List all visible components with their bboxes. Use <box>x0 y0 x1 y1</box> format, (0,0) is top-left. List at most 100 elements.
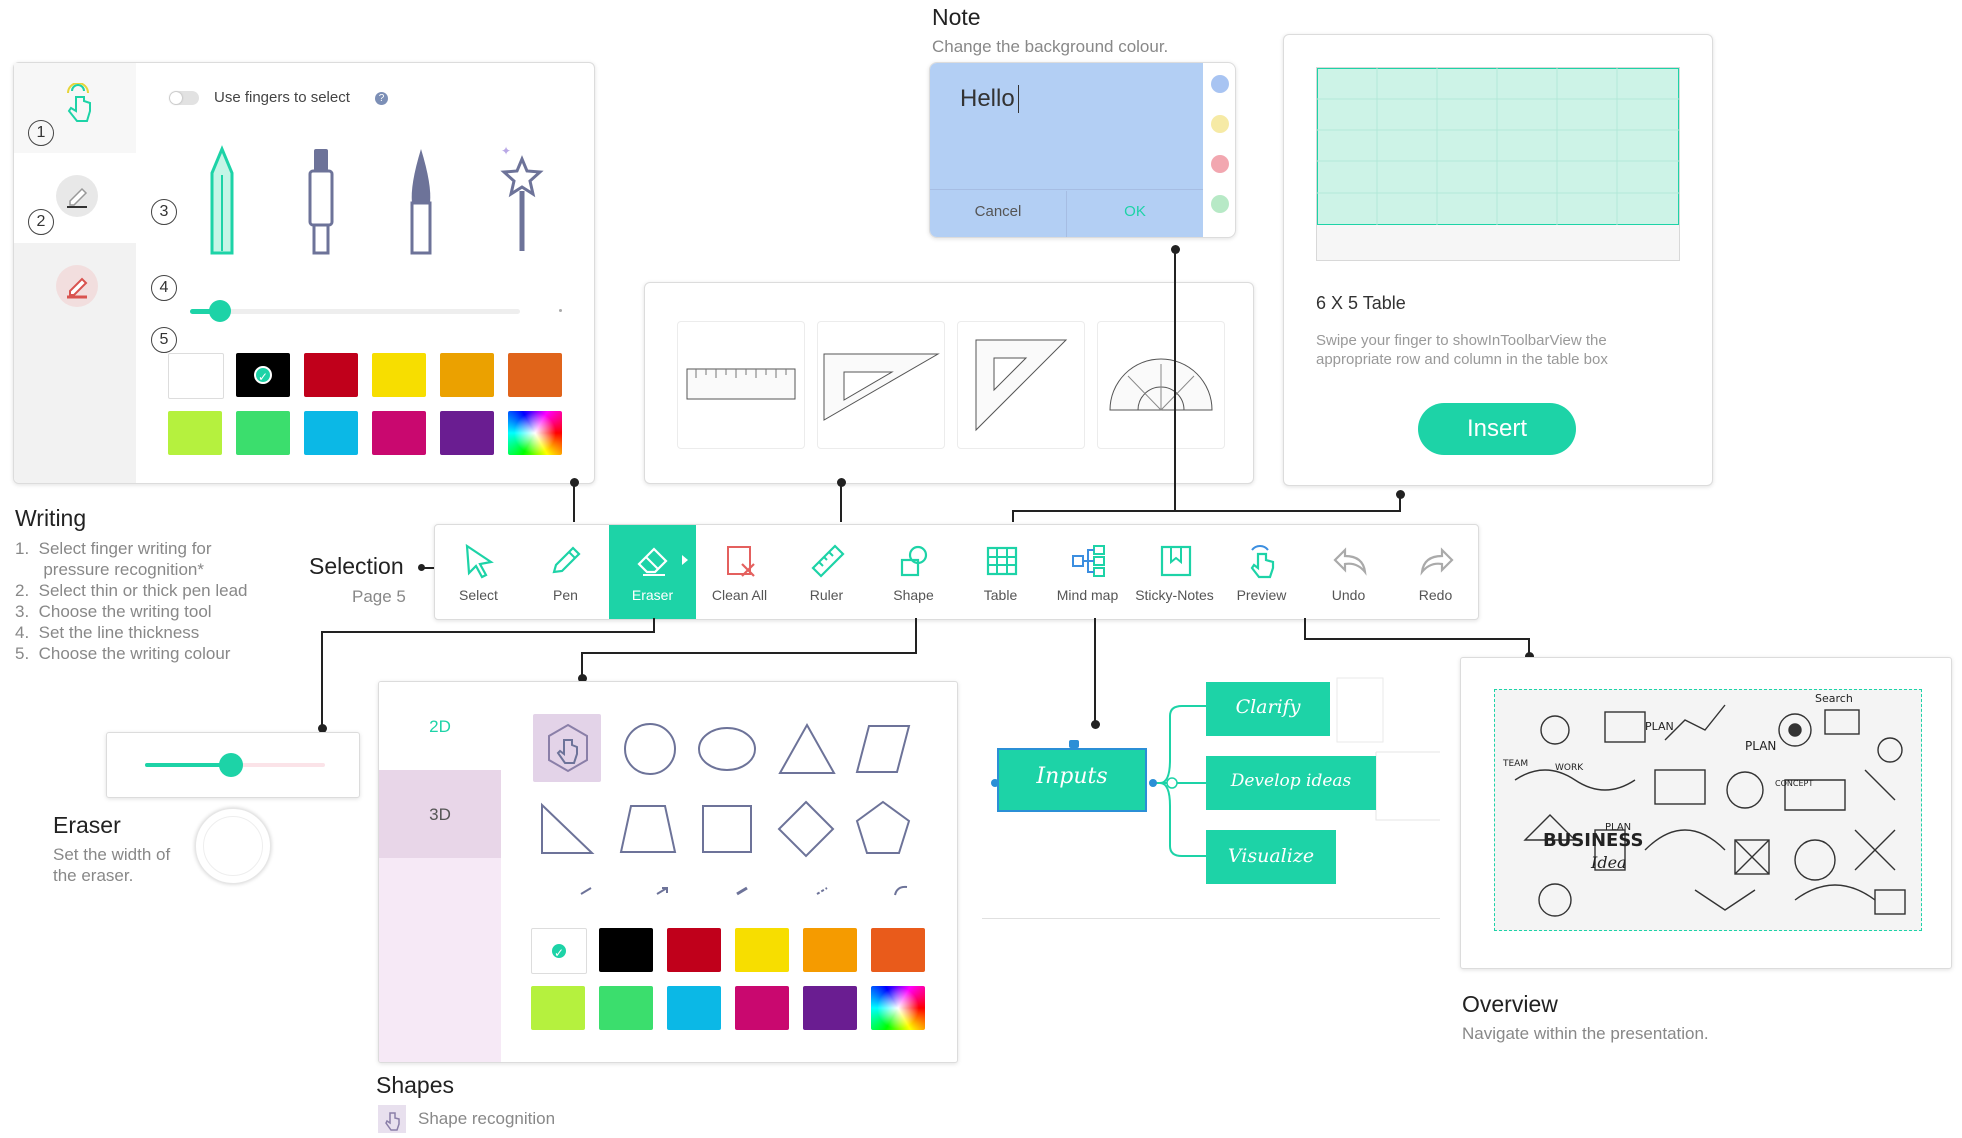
writing-color-swatch[interactable] <box>440 353 494 397</box>
toolbar-item-label: Table <box>983 587 1018 603</box>
toolbar-redo-button[interactable]: Redo <box>1392 525 1479 619</box>
toolbar-item-label: Pen <box>553 587 578 603</box>
toolbar-undo-button[interactable]: Undo <box>1305 525 1392 619</box>
writing-step: 1. Select finger writing for <box>15 539 212 558</box>
toolbar-item-label: Mind map <box>1056 587 1119 603</box>
straight-ruler-option[interactable] <box>677 321 805 449</box>
tab-3d[interactable]: 3D <box>379 770 501 858</box>
writing-color-swatch[interactable] <box>372 353 426 397</box>
toolbar-table-button[interactable]: Table <box>957 525 1044 619</box>
table-grid[interactable] <box>1316 67 1680 261</box>
tab-2d[interactable]: 2D <box>379 682 501 770</box>
text-cursor <box>1018 85 1019 113</box>
pencil-tool-icon[interactable] <box>204 145 240 260</box>
note-color-dot[interactable] <box>1211 75 1229 93</box>
writing-color-swatch[interactable] <box>508 411 562 455</box>
note-color-dot[interactable] <box>1211 195 1229 213</box>
ellipse-shape[interactable] <box>697 726 757 772</box>
toolbar-clean-all-button[interactable]: Clean All <box>696 525 783 619</box>
shape-color-swatch[interactable] <box>803 986 857 1030</box>
line-shape[interactable] <box>579 886 593 896</box>
dashed-line-shape[interactable] <box>815 886 829 896</box>
protractor-option[interactable] <box>1097 321 1225 449</box>
toolbar-shape-button[interactable]: Shape <box>870 525 957 619</box>
pentagon-shape[interactable] <box>855 800 911 856</box>
circle-shape[interactable] <box>623 722 677 776</box>
protractor-icon <box>1109 358 1213 411</box>
double-arrow-shape[interactable] <box>735 886 749 896</box>
mindmap-node-clarify-label: Clarify <box>1235 696 1301 718</box>
right-triangle-shape[interactable] <box>539 802 595 856</box>
finger-select-toggle[interactable] <box>169 91 199 105</box>
shape-color-swatch[interactable]: ✓ <box>531 928 587 974</box>
preview-icon <box>1250 545 1275 579</box>
arrow-shape[interactable] <box>655 886 669 896</box>
square-shape[interactable] <box>701 804 753 854</box>
toolbar-select-button[interactable]: Select <box>435 525 522 619</box>
shape-recognition-option[interactable] <box>533 714 601 782</box>
writing-color-swatch[interactable] <box>508 353 562 397</box>
step-5-marker: 5 <box>151 327 177 353</box>
brush-tool-icon[interactable] <box>404 145 438 260</box>
shape-color-swatch[interactable] <box>531 986 585 1030</box>
parallelogram-shape[interactable] <box>855 724 911 774</box>
marker-tool-icon[interactable] <box>304 145 338 260</box>
eraser-width-slider-track[interactable] <box>145 753 325 777</box>
shape-color-swatch[interactable] <box>871 986 925 1030</box>
overview-panel: BUSINESS Idea PLAN PLAN Search WORK TEAM… <box>1460 657 1952 969</box>
note-color-dot[interactable] <box>1211 155 1229 173</box>
writing-color-swatch[interactable] <box>236 411 290 455</box>
toolbar-mind-map-button[interactable]: Mind map <box>1044 525 1131 619</box>
insert-button[interactable]: Insert <box>1418 403 1576 455</box>
shape-color-swatch[interactable] <box>667 928 721 972</box>
toolbar-ruler-button[interactable]: Ruler <box>783 525 870 619</box>
diamond-shape[interactable] <box>777 800 835 858</box>
note-ok-button[interactable]: OK <box>1067 203 1203 220</box>
eraser-title: Eraser <box>53 812 121 838</box>
tab-2d-label: 2D <box>429 717 451 736</box>
toolbar-eraser-button[interactable]: Eraser <box>609 525 696 619</box>
triangle-45-option[interactable] <box>817 321 945 449</box>
writing-color-swatch[interactable] <box>168 353 224 399</box>
toolbar-preview-button[interactable]: Preview <box>1218 525 1305 619</box>
writing-color-swatch[interactable] <box>304 411 358 455</box>
writing-step: 4. Set the line thickness <box>15 623 200 642</box>
shape-color-swatch[interactable] <box>599 986 653 1030</box>
writing-color-swatch[interactable] <box>304 353 358 397</box>
table-icon <box>986 546 1018 576</box>
help-icon[interactable]: ? <box>375 92 388 105</box>
toolbar-sticky-notes-button[interactable]: Sticky-Notes <box>1131 525 1218 619</box>
shape-color-swatch[interactable] <box>599 928 653 972</box>
shape-color-swatch[interactable] <box>803 928 857 972</box>
trapezoid-shape[interactable] <box>619 804 677 854</box>
straight-ruler-icon <box>686 368 796 400</box>
thickness-slider-thumb[interactable] <box>208 300 231 322</box>
arc-shape[interactable] <box>893 884 909 896</box>
shape-color-swatch[interactable] <box>735 928 789 972</box>
writing-color-swatch[interactable] <box>372 411 426 455</box>
shape-color-swatch[interactable] <box>667 986 721 1030</box>
writing-color-swatch[interactable] <box>440 411 494 455</box>
triangle-60-option[interactable] <box>957 321 1085 449</box>
writing-step: 2. Select thin or thick pen lead <box>15 581 248 600</box>
note-text[interactable]: Hello <box>960 85 1015 113</box>
note-color-dot[interactable] <box>1211 115 1229 133</box>
toolbar-item-label: Shape <box>893 587 934 603</box>
doodle-plan-text: PLAN <box>1645 720 1674 733</box>
toolbar-pen-button[interactable]: Pen <box>522 525 609 619</box>
shape-color-swatch[interactable] <box>735 986 789 1030</box>
magic-wand-icon[interactable]: ✦ <box>497 141 547 260</box>
writing-color-swatch[interactable] <box>168 411 222 455</box>
sticky-note-popup: Hello Cancel OK <box>929 62 1236 238</box>
note-cancel-button[interactable]: Cancel <box>930 203 1066 220</box>
shape-color-swatch[interactable] <box>871 928 925 972</box>
slide-thumbnail[interactable]: BUSINESS Idea PLAN PLAN Search WORK TEAM… <box>1494 689 1922 931</box>
step-4-marker: 4 <box>151 275 177 301</box>
eraser-width-slider-thumb[interactable] <box>219 753 244 777</box>
eraser-size-preview <box>195 808 271 884</box>
mindmap-node-develop-label: Develop ideas <box>1230 771 1352 791</box>
writing-color-swatch[interactable]: ✓ <box>236 353 290 397</box>
triangle-shape[interactable] <box>777 722 837 776</box>
thickness-slider-track[interactable] <box>190 300 520 322</box>
toolbar-item-label: Preview <box>1236 587 1287 603</box>
